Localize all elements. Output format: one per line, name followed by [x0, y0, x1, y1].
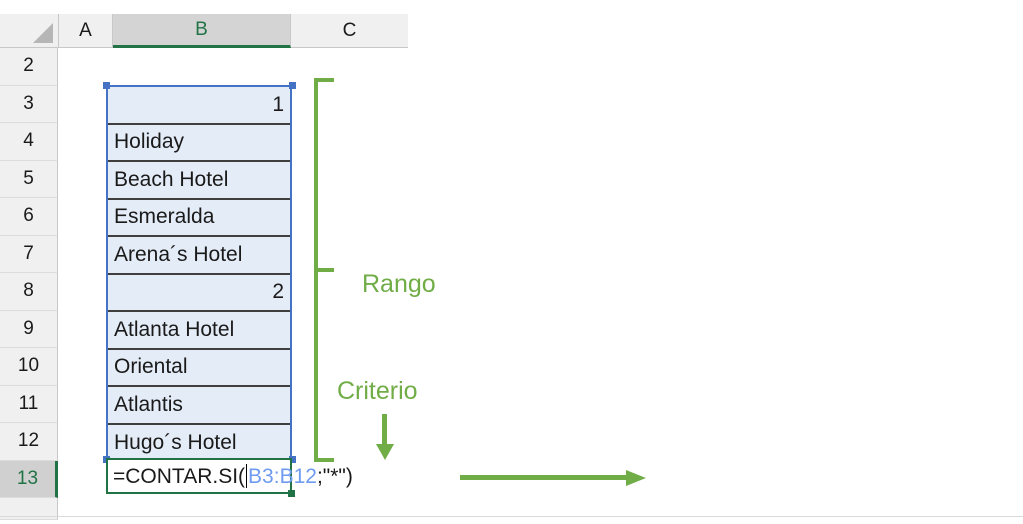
row-header-4[interactable]: 4 — [0, 123, 58, 161]
row-header-8[interactable]: 8 — [0, 273, 58, 311]
select-all-corner[interactable] — [0, 14, 59, 48]
formula-suffix: ;"*") — [316, 464, 353, 488]
bracket-tick-bottom — [314, 458, 334, 462]
arrow-head — [626, 470, 646, 486]
row-header-13[interactable]: 13 — [0, 460, 58, 498]
cell-b13-formula-editor[interactable]: =CONTAR.SI(B3:B12;"*") — [106, 458, 353, 494]
annotation-label-rango: Rango — [362, 270, 436, 298]
cell-b6[interactable]: Esmeralda — [108, 200, 290, 237]
selection-handle-top-left[interactable] — [103, 82, 110, 89]
formula-text: =CONTAR.SI(B3:B12;"*") — [108, 463, 353, 489]
cell-b9[interactable]: Atlanta Hotel — [108, 312, 290, 350]
row-header-9[interactable]: 9 — [0, 310, 58, 348]
row-header-6[interactable]: 6 — [0, 198, 58, 236]
annotation-label-criterio: Criterio — [337, 377, 418, 405]
formula-range-reference: B3:B12 — [248, 464, 317, 488]
criteria-arrow-down-icon — [376, 414, 394, 460]
formula-prefix: =CONTAR.SI( — [113, 464, 246, 488]
row-header-2[interactable]: 2 — [0, 48, 58, 86]
cell-b8[interactable]: 2 — [108, 275, 290, 312]
row-header-12[interactable]: 12 — [0, 423, 58, 461]
triangle-icon — [33, 23, 53, 43]
cell-b10[interactable]: Oriental — [108, 350, 290, 387]
selected-range-b3-b12[interactable]: 1 Holiday Beach Hotel Esmeralda Arena´s … — [106, 85, 292, 464]
cell-b12[interactable]: Hugo´s Hotel — [108, 425, 290, 463]
left-row-header-column: 2 3 4 5 6 7 8 9 10 11 12 13 — [0, 48, 58, 520]
cell-b5[interactable]: Beach Hotel — [108, 162, 290, 200]
row-header-11[interactable]: 11 — [0, 385, 58, 423]
bottom-divider — [0, 516, 1023, 517]
fill-handle[interactable] — [288, 490, 295, 497]
bracket-tick-top — [314, 78, 334, 82]
flow-arrow-right-icon — [460, 470, 646, 486]
arrow-head — [376, 444, 394, 460]
column-header-b[interactable]: B — [113, 14, 291, 48]
left-column-header-row: A B C — [0, 14, 408, 48]
cell-b4[interactable]: Holiday — [108, 125, 290, 162]
bracket-tick-middle — [314, 268, 334, 272]
cell-b3[interactable]: 1 — [108, 87, 290, 125]
cell-b11[interactable]: Atlantis — [108, 387, 290, 425]
row-header-3[interactable]: 3 — [0, 85, 58, 123]
arrow-shaft — [382, 414, 387, 446]
column-header-c[interactable]: C — [291, 14, 408, 48]
row-header-7[interactable]: 7 — [0, 235, 58, 273]
row-header-10[interactable]: 10 — [0, 348, 58, 386]
cell-b7[interactable]: Arena´s Hotel — [108, 237, 290, 275]
selection-handle-top-right[interactable] — [289, 82, 296, 89]
row-header-5[interactable]: 5 — [0, 160, 58, 198]
text-caret — [246, 463, 248, 488]
column-header-a[interactable]: A — [59, 14, 113, 48]
arrow-shaft — [460, 475, 628, 480]
